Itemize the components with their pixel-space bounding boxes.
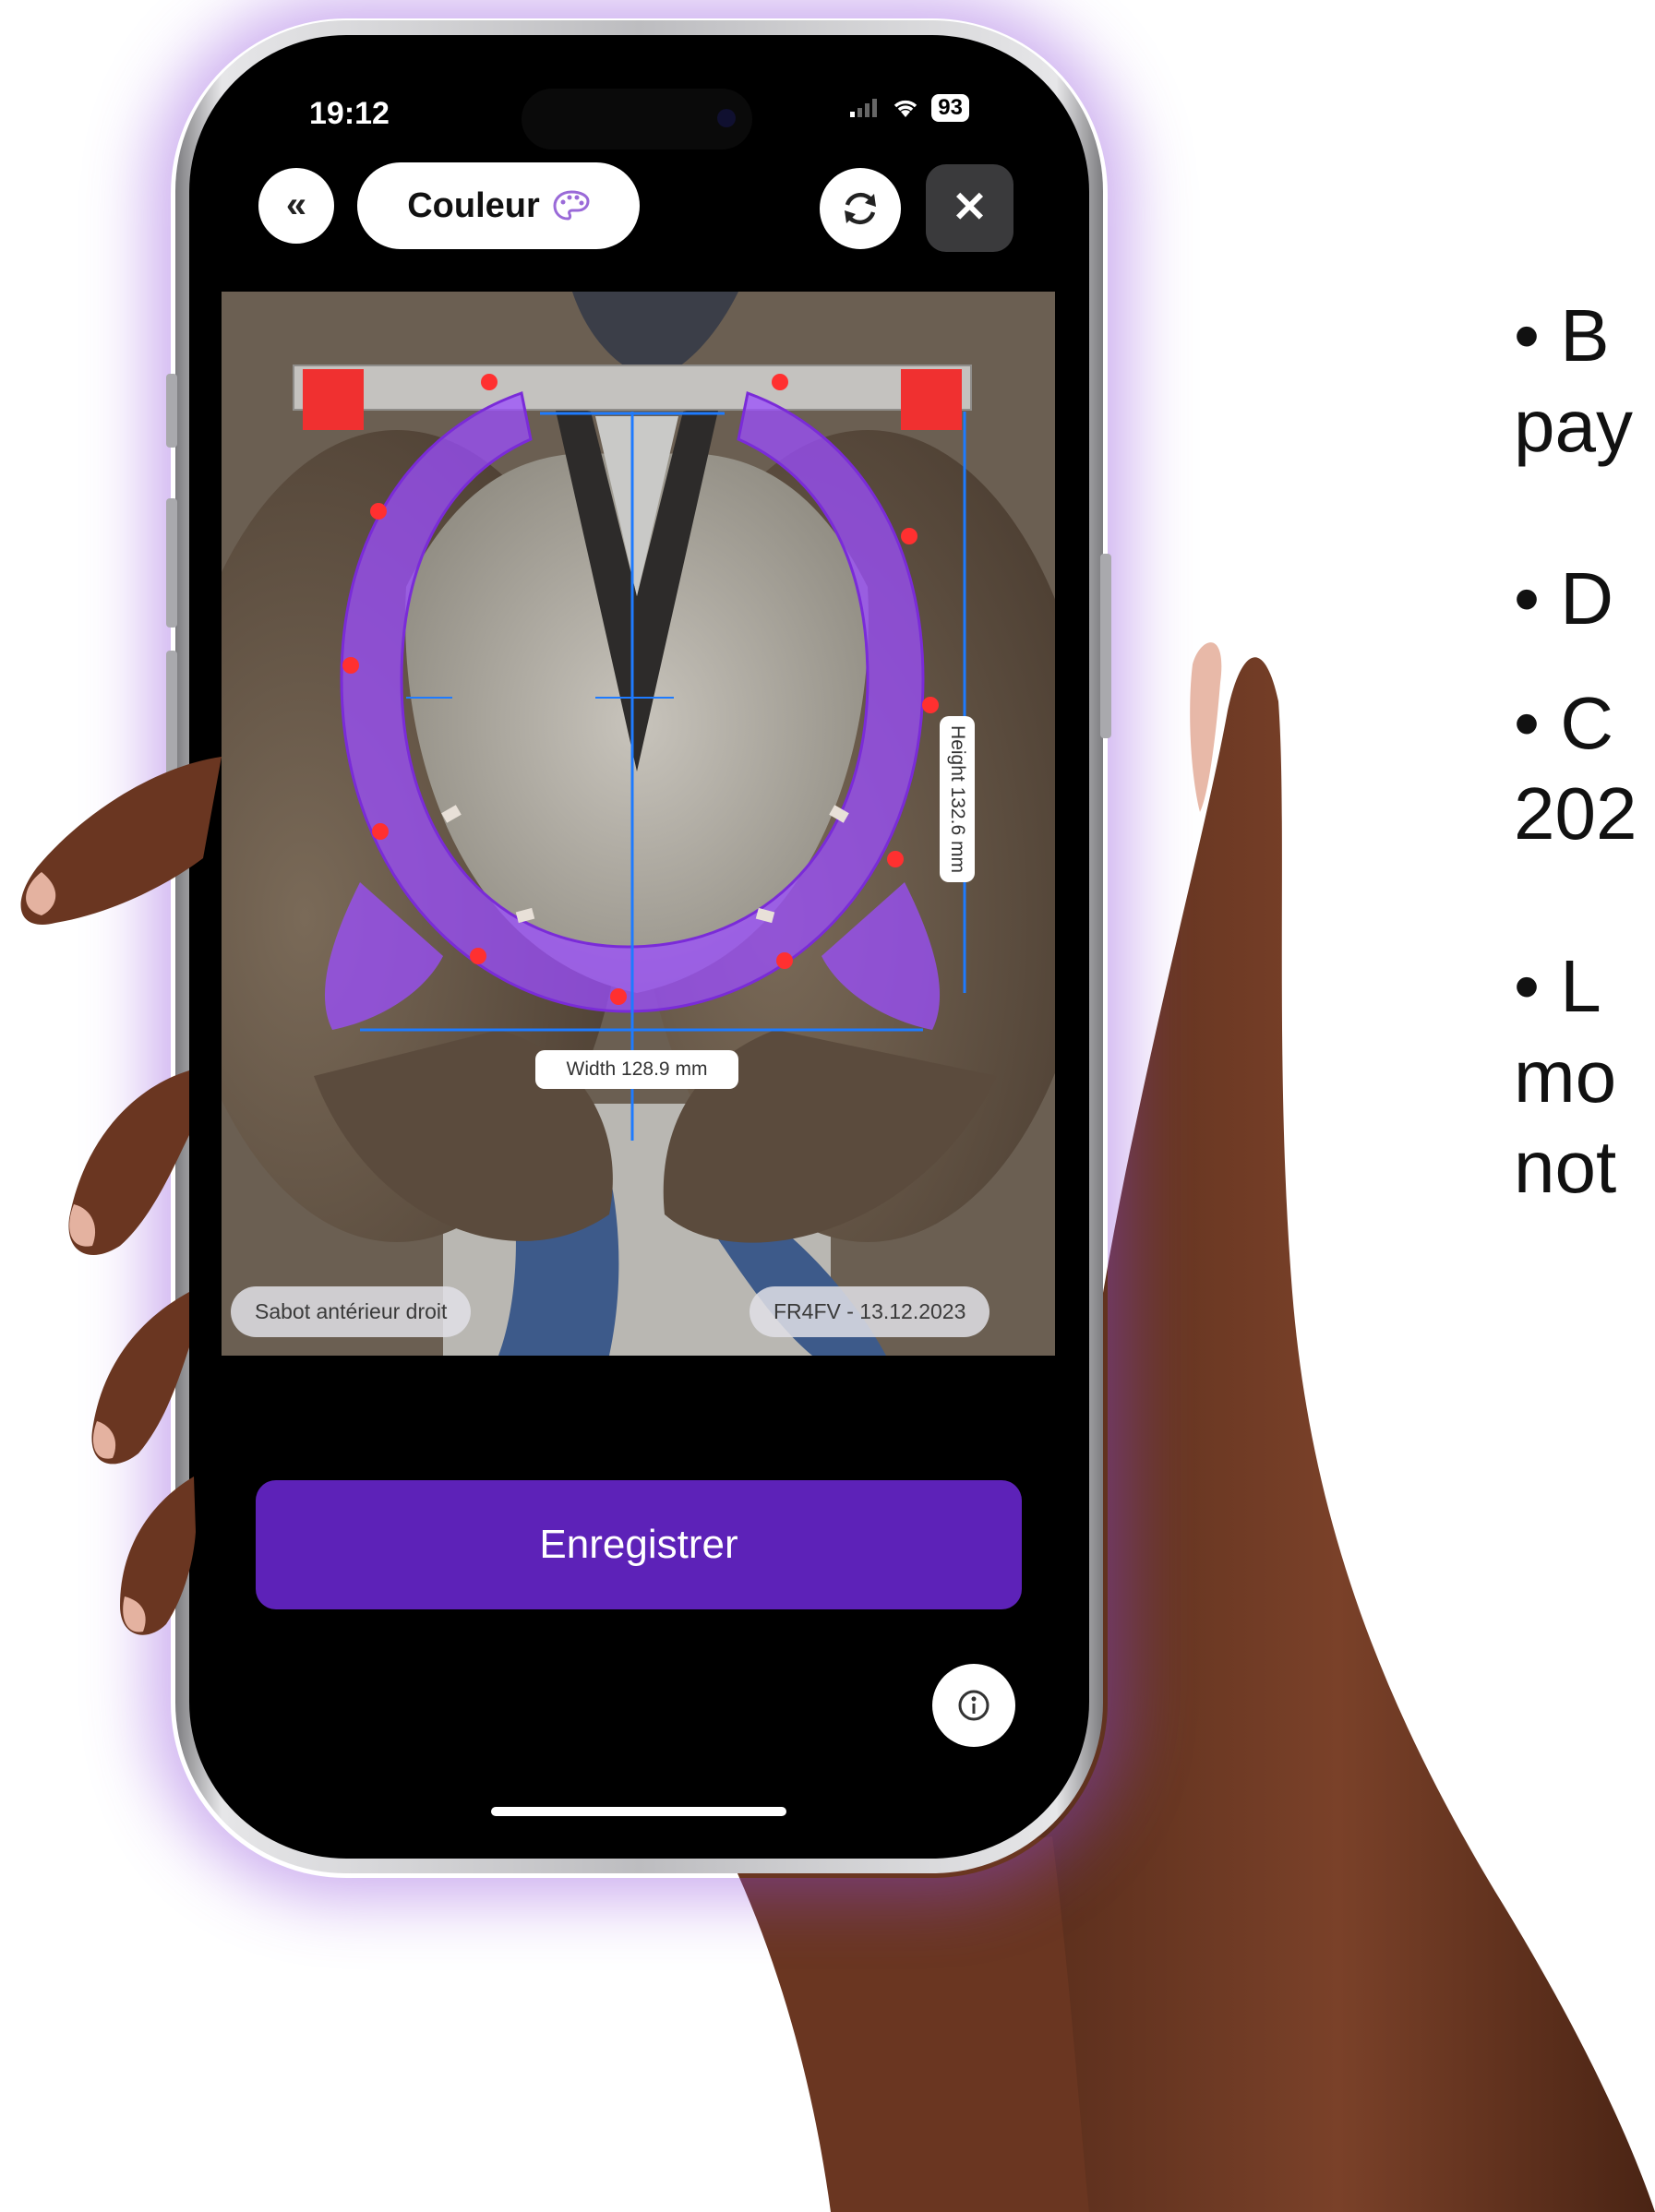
power-button bbox=[1100, 554, 1111, 738]
color-mode-label: Couleur bbox=[407, 185, 540, 225]
info-icon bbox=[958, 1690, 989, 1721]
status-icons: 93 bbox=[848, 94, 969, 122]
width-measurement-label: Width 128.9 mm bbox=[535, 1050, 738, 1089]
camera-dot bbox=[717, 109, 736, 127]
close-icon: ✕ bbox=[952, 183, 988, 231]
hand-fingers bbox=[20, 757, 222, 1635]
wifi-icon bbox=[894, 100, 917, 117]
palette-icon bbox=[553, 190, 590, 221]
height-measurement-label: Height 132.6 mm bbox=[940, 716, 975, 882]
close-button[interactable]: ✕ bbox=[926, 164, 1013, 252]
home-indicator[interactable] bbox=[491, 1807, 786, 1816]
battery-icon: 93 bbox=[931, 94, 969, 122]
refresh-button[interactable] bbox=[820, 168, 901, 249]
signal-icon bbox=[850, 99, 878, 117]
record-id-label: FR4FV - 13.12.2023 bbox=[750, 1286, 990, 1337]
refresh-icon bbox=[845, 192, 876, 225]
info-button[interactable] bbox=[932, 1664, 1015, 1747]
color-mode-button[interactable]: Couleur bbox=[357, 162, 640, 249]
